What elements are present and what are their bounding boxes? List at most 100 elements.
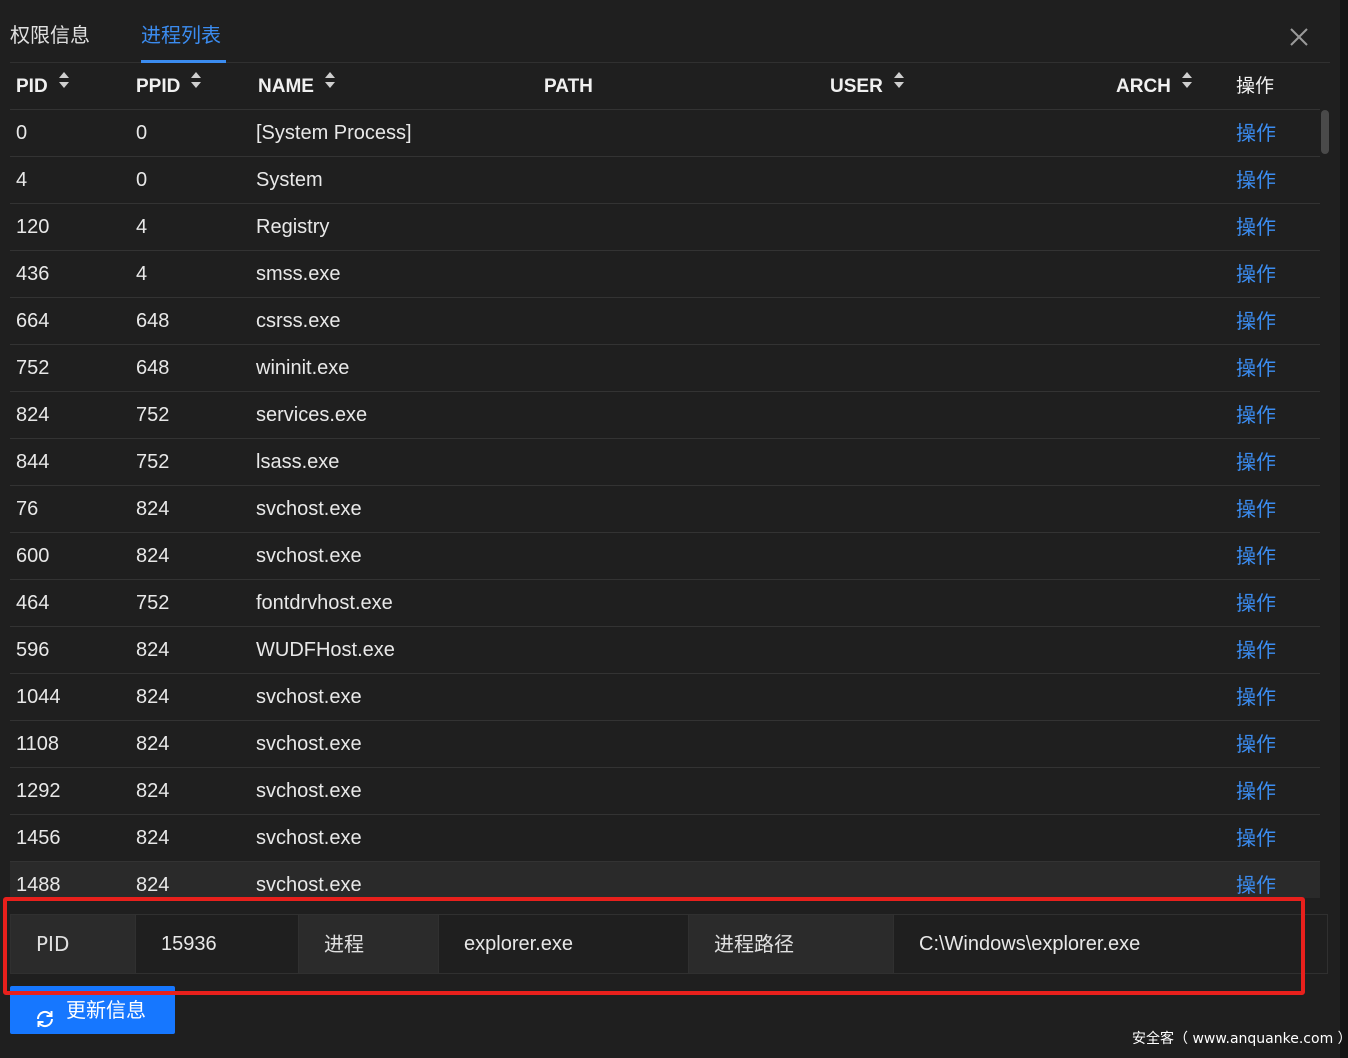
caret-sort-icon[interactable] bbox=[1181, 63, 1193, 108]
row-action-link[interactable]: 操作 bbox=[1236, 298, 1276, 344]
cell-ppid: 4 bbox=[136, 216, 148, 238]
column-header-label: PATH bbox=[544, 76, 593, 97]
caret-sort-icon[interactable] bbox=[190, 63, 202, 108]
row-action-link[interactable]: 操作 bbox=[1236, 486, 1276, 532]
sync-icon bbox=[34, 999, 56, 1047]
tab-permission-info[interactable]: 权限信息 bbox=[10, 20, 90, 50]
close-icon[interactable] bbox=[1286, 24, 1312, 50]
table-row: 1292 824 svchost.exe 操作 bbox=[10, 768, 1320, 815]
cell-pid: 0 bbox=[16, 122, 28, 144]
process-path-label: 进程路径 bbox=[689, 915, 894, 973]
cell-name: smss.exe bbox=[256, 263, 341, 285]
column-header-path: PATH bbox=[544, 63, 593, 110]
cell-pid: 464 bbox=[16, 592, 50, 614]
watermark: 安全客（ www.anquanke.com ） bbox=[1132, 1031, 1348, 1047]
table-row: 464 752 fontdrvhost.exe 操作 bbox=[10, 580, 1320, 627]
table-row: 1488 824 svchost.exe 操作 bbox=[10, 862, 1320, 898]
cell-ppid: 752 bbox=[136, 404, 170, 426]
cell-pid: 120 bbox=[16, 216, 50, 238]
row-action-link[interactable]: 操作 bbox=[1236, 768, 1276, 814]
cell-ppid: 824 bbox=[136, 780, 170, 802]
process-modal: 权限信息 进程列表 PID PPID NAME PATH USER ARCH 操… bbox=[0, 0, 1340, 1058]
cell-name: svchost.exe bbox=[256, 874, 362, 896]
row-action-link[interactable]: 操作 bbox=[1236, 345, 1276, 391]
table-row: 600 824 svchost.exe 操作 bbox=[10, 533, 1320, 580]
cell-name: lsass.exe bbox=[256, 451, 340, 473]
table-row: 752 648 wininit.exe 操作 bbox=[10, 345, 1320, 392]
column-header-label: PPID bbox=[136, 76, 181, 97]
cell-name: csrss.exe bbox=[256, 310, 341, 332]
table-row: 0 0 [System Process] 操作 bbox=[10, 110, 1320, 157]
table-row: 844 752 lsass.exe 操作 bbox=[10, 439, 1320, 486]
selected-process-info: PID 15936 进程 explorer.exe 进程路径 C:\Window… bbox=[10, 914, 1328, 974]
cell-name: svchost.exe bbox=[256, 733, 362, 755]
table-scrollbar[interactable] bbox=[1321, 110, 1329, 900]
row-action-link[interactable]: 操作 bbox=[1236, 439, 1276, 485]
caret-sort-icon[interactable] bbox=[324, 63, 336, 108]
row-action-link[interactable]: 操作 bbox=[1236, 251, 1276, 297]
column-header-label: ARCH bbox=[1116, 76, 1171, 97]
row-action-link[interactable]: 操作 bbox=[1236, 392, 1276, 438]
cell-pid: 752 bbox=[16, 357, 50, 379]
column-header-user[interactable]: USER bbox=[830, 63, 905, 110]
scrollbar-thumb[interactable] bbox=[1321, 110, 1329, 154]
cell-ppid: 824 bbox=[136, 874, 170, 896]
column-header-label: PID bbox=[16, 76, 48, 97]
cell-name: svchost.exe bbox=[256, 545, 362, 567]
row-action-link[interactable]: 操作 bbox=[1236, 110, 1276, 156]
cell-ppid: 824 bbox=[136, 733, 170, 755]
cell-pid: 1044 bbox=[16, 686, 61, 708]
cell-name: wininit.exe bbox=[256, 357, 350, 379]
cell-pid: 600 bbox=[16, 545, 50, 567]
table-row: 1044 824 svchost.exe 操作 bbox=[10, 674, 1320, 721]
row-action-link[interactable]: 操作 bbox=[1236, 580, 1276, 626]
table-row: 120 4 Registry 操作 bbox=[10, 204, 1320, 251]
row-action-link[interactable]: 操作 bbox=[1236, 533, 1276, 579]
cell-ppid: 4 bbox=[136, 263, 148, 285]
table-row: 436 4 smss.exe 操作 bbox=[10, 251, 1320, 298]
row-action-link[interactable]: 操作 bbox=[1236, 157, 1276, 203]
column-header-pid[interactable]: PID bbox=[16, 63, 70, 110]
table-row: 824 752 services.exe 操作 bbox=[10, 392, 1320, 439]
cell-ppid: 752 bbox=[136, 592, 170, 614]
table-row: 76 824 svchost.exe 操作 bbox=[10, 486, 1320, 533]
column-header-label: USER bbox=[830, 76, 883, 97]
column-header-ppid[interactable]: PPID bbox=[136, 63, 202, 110]
refresh-button-label: 更新信息 bbox=[66, 998, 146, 1022]
row-action-link[interactable]: 操作 bbox=[1236, 204, 1276, 250]
cell-name: System bbox=[256, 169, 323, 191]
cell-name: WUDFHost.exe bbox=[256, 639, 395, 661]
column-header-name[interactable]: NAME bbox=[258, 63, 336, 110]
row-action-link[interactable]: 操作 bbox=[1236, 721, 1276, 767]
row-action-link[interactable]: 操作 bbox=[1236, 862, 1276, 898]
background-window-edge bbox=[1340, 0, 1348, 1058]
cell-pid: 436 bbox=[16, 263, 50, 285]
row-action-link[interactable]: 操作 bbox=[1236, 674, 1276, 720]
table-body: 0 0 [System Process] 操作 4 0 System 操作 120 4 Regist… bbox=[10, 110, 1320, 898]
cell-name: fontdrvhost.exe bbox=[256, 592, 393, 614]
refresh-info-button[interactable]: 更新信息 bbox=[10, 986, 175, 1034]
process-value: explorer.exe bbox=[439, 915, 689, 973]
cell-name: services.exe bbox=[256, 404, 368, 426]
cell-ppid: 824 bbox=[136, 686, 170, 708]
caret-sort-icon[interactable] bbox=[58, 63, 70, 108]
cell-pid: 824 bbox=[16, 404, 50, 426]
pid-label: PID bbox=[11, 915, 136, 973]
cell-pid: 844 bbox=[16, 451, 50, 473]
cell-ppid: 824 bbox=[136, 827, 170, 849]
caret-sort-icon[interactable] bbox=[893, 63, 905, 108]
table-row: 1456 824 svchost.exe 操作 bbox=[10, 815, 1320, 862]
process-label: 进程 bbox=[299, 915, 439, 973]
cell-pid: 1292 bbox=[16, 780, 61, 802]
cell-ppid: 648 bbox=[136, 357, 170, 379]
cell-name: svchost.exe bbox=[256, 686, 362, 708]
cell-ppid: 0 bbox=[136, 122, 148, 144]
tab-bar: 权限信息 进程列表 bbox=[10, 0, 1330, 63]
table-row: 1108 824 svchost.exe 操作 bbox=[10, 721, 1320, 768]
cell-pid: 1488 bbox=[16, 874, 61, 896]
cell-name: svchost.exe bbox=[256, 498, 362, 520]
row-action-link[interactable]: 操作 bbox=[1236, 815, 1276, 861]
row-action-link[interactable]: 操作 bbox=[1236, 627, 1276, 673]
column-header-arch[interactable]: ARCH bbox=[1116, 63, 1193, 110]
tab-process-list[interactable]: 进程列表 bbox=[141, 20, 221, 50]
